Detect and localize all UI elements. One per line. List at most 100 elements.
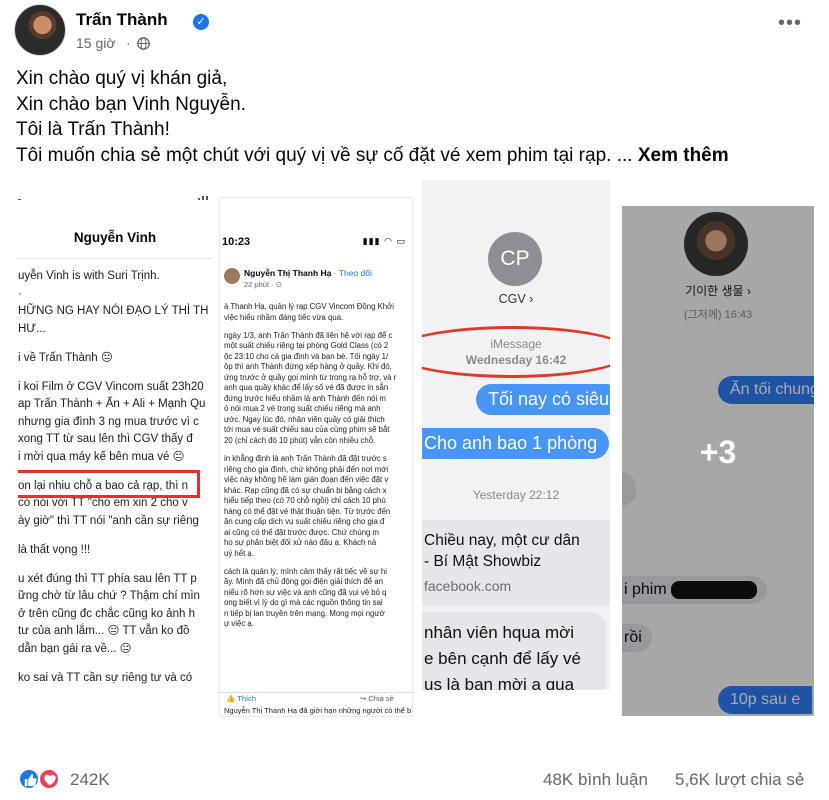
photo2-avatar	[224, 268, 240, 284]
text-line: đứng trước hiểu nhầm là anh Thành đến nó…	[224, 393, 386, 403]
text-line: ãn cung cấp dịch vụ suất chiếu riêng cho…	[224, 517, 385, 527]
text-line: xong TT từ sau lên thì CGV thấy đ	[18, 433, 193, 445]
photo1-title: Nguyễn Vinh	[73, 230, 157, 245]
photo2-author: Nguyễn Thị Thanh Hạ · Theo dõi	[244, 268, 372, 278]
text-line: in khẳng định là anh Trấn Thành đã đặt t…	[224, 454, 387, 464]
text-line: tới mua vé suất chiếu sau của cùng phim …	[224, 425, 390, 435]
status-icons: ▮▮▮ ◠ ▭	[362, 236, 406, 246]
text-line: ước. Ngay lúc đó, nhân viên quầy có giải…	[224, 414, 385, 424]
photo2-actions: 👍 Thích ↪ Chia sẻ	[220, 692, 412, 704]
photo-1[interactable]: Nguyễn Vinh uyễn Vinh is with Suri Trịnh…	[18, 180, 212, 710]
text-line: là thất vọng !!!	[18, 543, 91, 556]
text-line: hàng có thể đặt vé thật thuận tiện. Từ t…	[224, 506, 391, 516]
post-line-2: Xin chào bạn Vinh Nguyễn.	[16, 93, 246, 115]
contact-avatar: CP	[488, 232, 542, 286]
photo2-author-name: Nguyễn Thị Thanh Hạ	[244, 268, 332, 278]
photo2-like: 👍 Thích	[226, 694, 257, 703]
text-line: một suất chiếu riêng tại phòng Gold Clas…	[224, 341, 389, 351]
sent-bubble-1: Tối nay có siêu	[476, 384, 610, 415]
text-line: nhưng gia đình 3 ng mua trước vì c	[18, 415, 199, 428]
comment-count[interactable]: 48K bình luận	[543, 770, 648, 790]
photo2-footer: Nguyễn Thị Thanh Hạ đã giới hạn những ng…	[224, 706, 412, 715]
more-photos-count[interactable]: +3	[622, 434, 814, 471]
yesterday-timestamp: Yesterday 22:12	[472, 488, 560, 502]
text-line: i về Trấn Thành 😐	[18, 351, 113, 364]
text-line: ững chờ từ lâu chứ ? Thậm chí mìn	[18, 590, 200, 602]
received-bubble: nhân viên hqua mời e bên cạnh để lấy vé …	[422, 612, 606, 690]
text-line: việc này không hề làm gián đoạn đến việc…	[224, 475, 389, 485]
text-line: i mời qua máy kế bên mua vé 😐	[18, 450, 185, 463]
text-line: ho sự phân biệt đối xử nào đâu ạ. Khách …	[224, 538, 377, 548]
post-line-4-text: Tôi muốn chia sẻ một chút với quý vị về …	[16, 144, 633, 166]
text-line: n tiếp bị lan truyền trên mạng. Mong mọi…	[224, 608, 385, 618]
contact-name: CGV ›	[498, 292, 534, 306]
post-line-1: Xin chào quý vị khán giả,	[16, 68, 228, 89]
received-line-1: nhân viên hqua mời	[424, 623, 575, 642]
photo3-highlight-oval	[422, 326, 610, 378]
more-options-icon[interactable]: •••	[774, 13, 806, 36]
text-line: ngày 1/3, anh Trấn Thành đã liên hệ với …	[224, 330, 393, 340]
text-line: ứng trước ở quầy gọi mình từ trong ra hỗ…	[224, 372, 397, 382]
signal-icon	[18, 196, 208, 200]
text-line	[18, 367, 208, 379]
author-avatar[interactable]	[14, 4, 66, 56]
text-line	[18, 530, 208, 542]
photo-4[interactable]: 기이한 생물 › (그저께) 16:43 Ăn tối chung i phim…	[622, 206, 814, 716]
text-line: uyễn Vinh is with Suri Trịnh.	[18, 270, 160, 282]
post-line-3: Tôi là Trấn Thành!	[16, 119, 170, 140]
photo2-share: ↪ Chia sẻ	[360, 694, 394, 703]
share-count[interactable]: 5,6K lượt chia sẻ	[675, 770, 804, 790]
text-line	[224, 446, 396, 454]
text-line: anh qua quầy khác để lấy số vé đã được i…	[224, 383, 389, 393]
received-text: nhân viên hqua mời e bên cạnh để lấy vé …	[424, 620, 581, 690]
text-line: cách là quản lý, mình cảm thấy rất tiếc …	[224, 566, 387, 576]
text-line: ầy. Mình đã chủ động gọi điện giải thích…	[224, 577, 383, 587]
reaction-count[interactable]: 242K	[70, 770, 110, 790]
post-stats-bar: 242K 48K bình luận 5,6K lượt chia sẻ	[0, 764, 829, 798]
photo2-follow: · Theo dõi	[331, 268, 372, 278]
photo2-body: à Thanh Hạ, quản lý rạp CGV Vincom Đồng …	[224, 302, 396, 630]
text-line: ·	[18, 287, 22, 300]
text-line: tư của anh lắm... 😐 TT vẫn ko đồ	[18, 625, 190, 637]
post-line-4: Tôi muốn chia sẻ một chút với quý vị về …	[16, 143, 816, 169]
like-reaction-icon[interactable]	[18, 768, 40, 790]
photo-3[interactable]: CP CGV › iMessage Wednesday 16:42 Tối na…	[422, 180, 610, 690]
text-line: ự việc ạ.	[224, 619, 254, 629]
text-line: khác. Rạp cũng đã có sự chuẩn bị bằng cá…	[224, 485, 387, 495]
photo2-clock: 10:23	[222, 236, 251, 248]
link-title-line-1: Chiều nay, một cư dân	[424, 532, 580, 549]
post-header: Trấn Thành ✓ 15 giờ · •••	[14, 4, 819, 60]
post-text: Xin chào quý vị khán giả, Xin chào bạn V…	[16, 66, 816, 168]
text-line: 20 (chỉ cách đó 10 phút) vẫn còn nhiều c…	[224, 435, 376, 445]
text-line: hiểu tiếp theo (có 70 chỗ ngồi) chỉ cách…	[224, 496, 386, 506]
text-line: ày giờ" thì TT nói "anh cần sự riêng	[18, 514, 199, 527]
text-line: ong biết vì lý do gì mà các nguồn thông …	[224, 598, 383, 608]
sent-bubble-2: Cho anh bao 1 phòng	[422, 428, 610, 459]
text-line: uý hết ạ.	[224, 548, 254, 558]
text-line: niểu rõ hơn sự việc và anh cũng đã vui v…	[224, 587, 387, 597]
received-line-2: e bên cạnh để lấy vé	[424, 649, 581, 668]
text-line	[18, 559, 208, 571]
verified-badge-icon: ✓	[193, 14, 209, 30]
received-line-3: us là bạn mời a qua	[424, 675, 575, 690]
photo-2[interactable]: 10:23 ▮▮▮ ◠ ▭ Nguyễn Thị Thanh Hạ · Theo…	[220, 198, 412, 716]
link-title: Chiều nay, một cư dân - Bí Mật Showbiz	[424, 530, 580, 572]
text-line: HỮNG NG HAY NÓI ĐẠO LÝ THÌ TH	[18, 305, 209, 317]
text-line: ở trên cũng đc chắc cũng ko ảnh h	[18, 607, 195, 620]
love-reaction-icon[interactable]	[38, 768, 60, 790]
link-preview-card: Chiều nay, một cư dân - Bí Mật Showbiz f…	[422, 520, 610, 606]
text-line: ộc 23:10 cho cả gia đình và bạn bè. Tối …	[224, 351, 389, 361]
post-time[interactable]: 15 giờ	[76, 35, 116, 51]
see-more-link[interactable]: Xem thêm	[638, 145, 729, 166]
text-line: việc hiểu nhầm đáng tiếc vừa qua.	[224, 312, 344, 322]
text-line: à Thanh Hạ, quản lý rạp CGV Vincom Đồng …	[224, 302, 394, 311]
photo1-divider	[18, 258, 212, 259]
author-name[interactable]: Trấn Thành	[76, 10, 168, 30]
text-line	[224, 559, 396, 567]
text-line: HƯ...	[18, 322, 46, 335]
text-line: ap Trấn Thành + Ấn + Ali + Mạnh Qu	[18, 398, 206, 410]
link-source: facebook.com	[424, 578, 512, 594]
text-line: ko sai và TT cần sự riêng tư và có	[18, 671, 193, 684]
photo-grid: Nguyễn Vinh uyễn Vinh is with Suri Trịnh…	[0, 176, 829, 722]
link-title-line-2: - Bí Mật Showbiz	[424, 553, 542, 570]
